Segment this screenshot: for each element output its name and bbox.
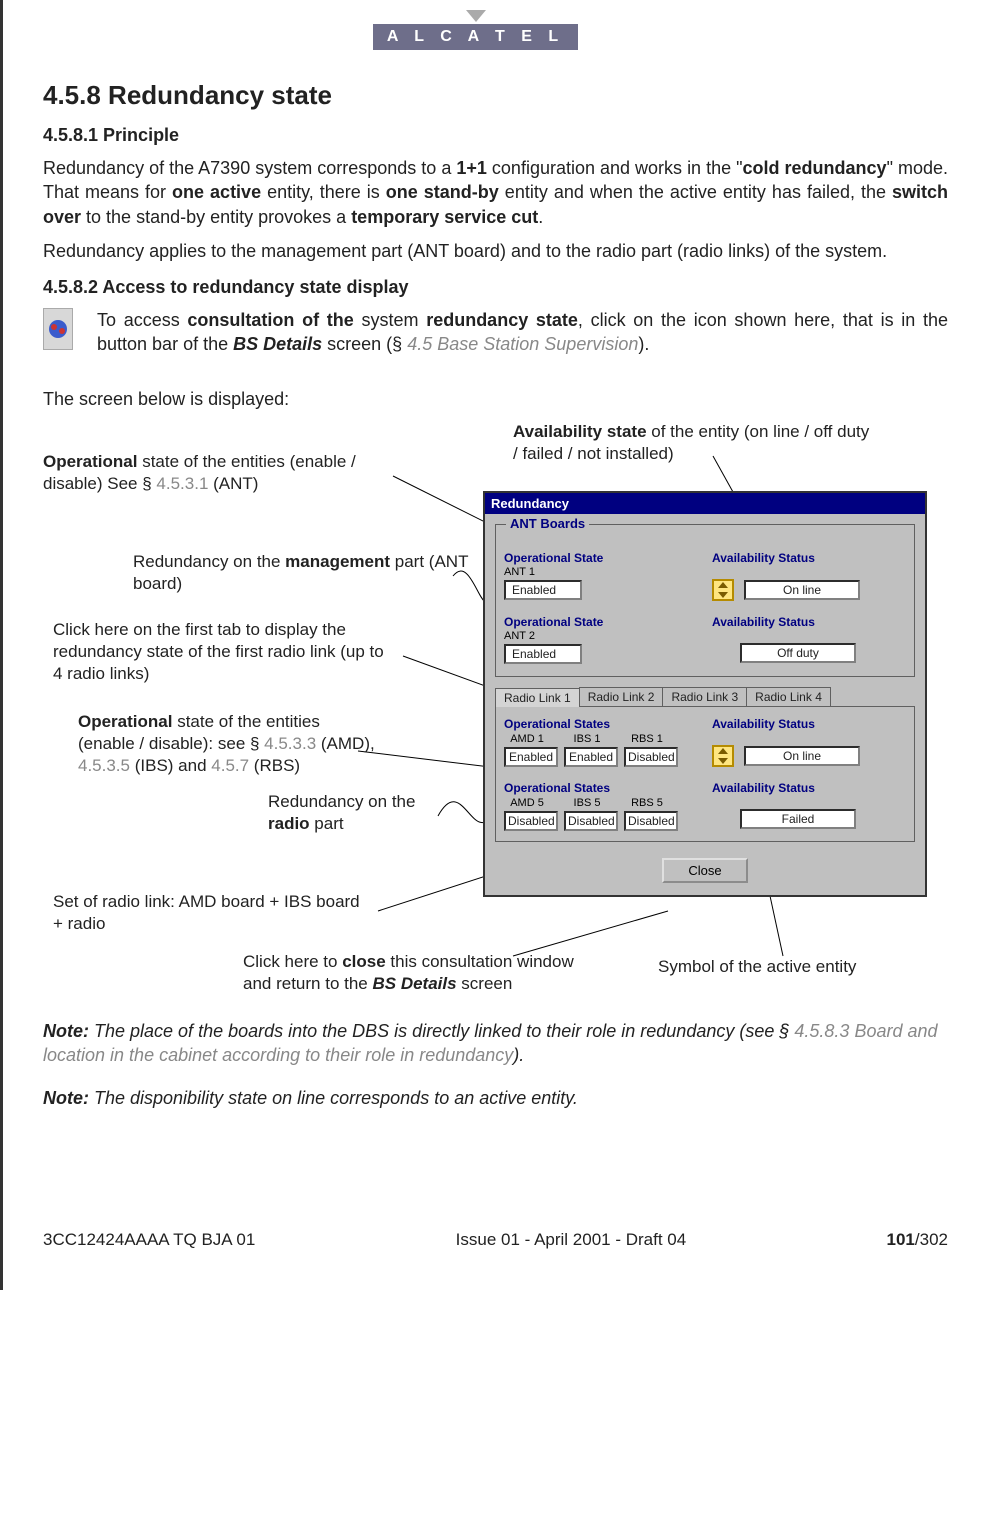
callout-availability: Availability state of the entity (on lin…: [513, 421, 873, 465]
ant-boards-title: ANT Boards: [506, 516, 589, 531]
active-entity-icon: [712, 745, 734, 767]
footer-page: 101/302: [887, 1230, 948, 1250]
callout-radio-redundancy: Redundancy on the radio part: [268, 791, 438, 835]
callout-active-symbol: Symbol of the active entity: [658, 956, 856, 978]
amd5-field: Disabled: [504, 811, 558, 831]
op-state-label-1: Operational State: [504, 551, 698, 565]
access-instruction-text: To access consultation of the system red…: [97, 308, 948, 357]
callout-operational-ant: Operational state of the entities (enabl…: [43, 451, 403, 495]
rbs1-field: Disabled: [624, 747, 678, 767]
avail-label-b: Availability Status: [712, 781, 906, 795]
callout-set-radiolink: Set of radio link: AMD board + IBS board…: [53, 891, 373, 935]
tab-radiolink-3[interactable]: Radio Link 3: [662, 687, 747, 706]
avail-label-2: Availability Status: [712, 615, 906, 629]
note-1: Note: The place of the boards into the D…: [43, 1019, 948, 1068]
brand-triangle-icon: [466, 10, 486, 22]
brand-name: A L C A T E L: [373, 24, 578, 50]
callout-operational-radio: Operational state of the entities (enabl…: [78, 711, 378, 777]
page-footer: 3CC12424AAAA TQ BJA 01 Issue 01 - April …: [43, 1230, 948, 1250]
callout-first-tab: Click here on the first tab to display t…: [53, 619, 393, 685]
screen-intro: The screen below is displayed:: [43, 387, 948, 411]
note-2: Note: The disponibility state on line co…: [43, 1086, 948, 1110]
window-title: Redundancy: [485, 493, 925, 514]
op-states-label-b: Operational States: [504, 781, 698, 795]
principle-paragraph-2: Redundancy applies to the management par…: [43, 239, 948, 263]
ant-boards-group: ANT Boards Operational State ANT 1 Enabl…: [495, 524, 915, 677]
redundancy-toolbar-icon[interactable]: [43, 308, 73, 350]
radiolink-pane: Operational States AMD 1Enabled IBS 1Ena…: [495, 706, 915, 842]
op-state-label-2: Operational State: [504, 615, 698, 629]
brand-header: A L C A T E L: [3, 10, 948, 50]
ant2-state-field: Enabled: [504, 644, 582, 664]
ibs1-field: Enabled: [564, 747, 618, 767]
tab-radiolink-1[interactable]: Radio Link 1: [495, 688, 580, 707]
heading-4-5-8-1: 4.5.8.1 Principle: [43, 125, 948, 146]
footer-issue: Issue 01 - April 2001 - Draft 04: [456, 1230, 687, 1250]
op-states-label-a: Operational States: [504, 717, 698, 731]
access-instruction-row: To access consultation of the system red…: [43, 308, 948, 357]
tab-radiolink-4[interactable]: Radio Link 4: [746, 687, 831, 706]
principle-paragraph-1: Redundancy of the A7390 system correspon…: [43, 156, 948, 229]
ant2-avail-field: Off duty: [740, 643, 856, 663]
ant2-label: ANT 2: [504, 630, 698, 642]
radiolink-tabs: Radio Link 1 Radio Link 2 Radio Link 3 R…: [495, 687, 915, 706]
ibs5-field: Disabled: [564, 811, 618, 831]
footer-docref: 3CC12424AAAA TQ BJA 01: [43, 1230, 255, 1250]
ant1-avail-field: On line: [744, 580, 860, 600]
annotated-screenshot: Availability state of the entity (on lin…: [43, 421, 943, 1001]
ant1-label: ANT 1: [504, 566, 698, 578]
heading-4-5-8: 4.5.8 Redundancy state: [43, 80, 948, 111]
amd1-field: Enabled: [504, 747, 558, 767]
avail-label-1: Availability Status: [712, 551, 906, 565]
rbs5-field: Disabled: [624, 811, 678, 831]
tab-radiolink-2[interactable]: Radio Link 2: [579, 687, 664, 706]
close-button[interactable]: Close: [662, 858, 747, 883]
active-entity-icon: [712, 579, 734, 601]
ant1-state-field: Enabled: [504, 580, 582, 600]
callout-mgmt-redundancy: Redundancy on the management part (ANT b…: [133, 551, 493, 595]
redundancy-window: Redundancy ANT Boards Operational State …: [483, 491, 927, 897]
callout-close: Click here to close this consultation wi…: [243, 951, 603, 995]
row1-avail-field: On line: [744, 746, 860, 766]
row2-avail-field: Failed: [740, 809, 856, 829]
avail-label-a: Availability Status: [712, 717, 906, 731]
heading-4-5-8-2: 4.5.8.2 Access to redundancy state displ…: [43, 277, 948, 298]
